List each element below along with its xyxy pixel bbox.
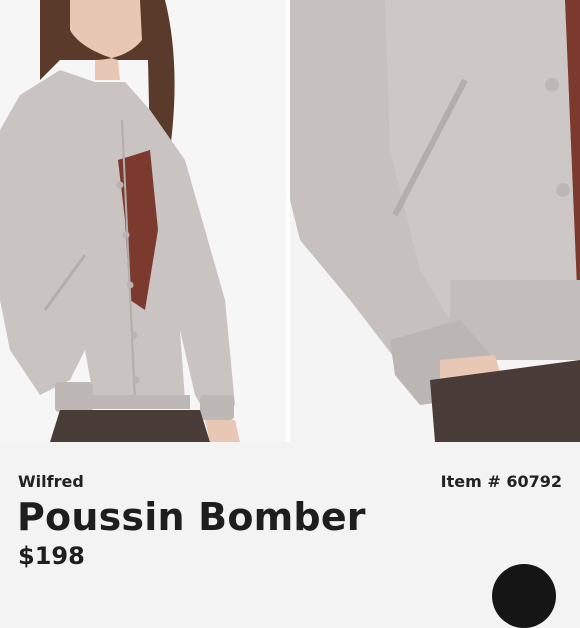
jacket-pocket-detail-photo[interactable] (290, 0, 580, 442)
brand-name[interactable]: Wilfred (18, 472, 84, 491)
product-image-gallery[interactable] (0, 0, 580, 442)
product-title: Poussin Bomber (17, 495, 366, 539)
model-front-photo[interactable] (0, 0, 286, 442)
product-price: $198 (18, 542, 85, 570)
action-button[interactable] (492, 564, 556, 628)
product-info-panel: Wilfred Item # 60792 Poussin Bomber $198 (0, 442, 580, 628)
item-number: Item # 60792 (440, 472, 562, 491)
